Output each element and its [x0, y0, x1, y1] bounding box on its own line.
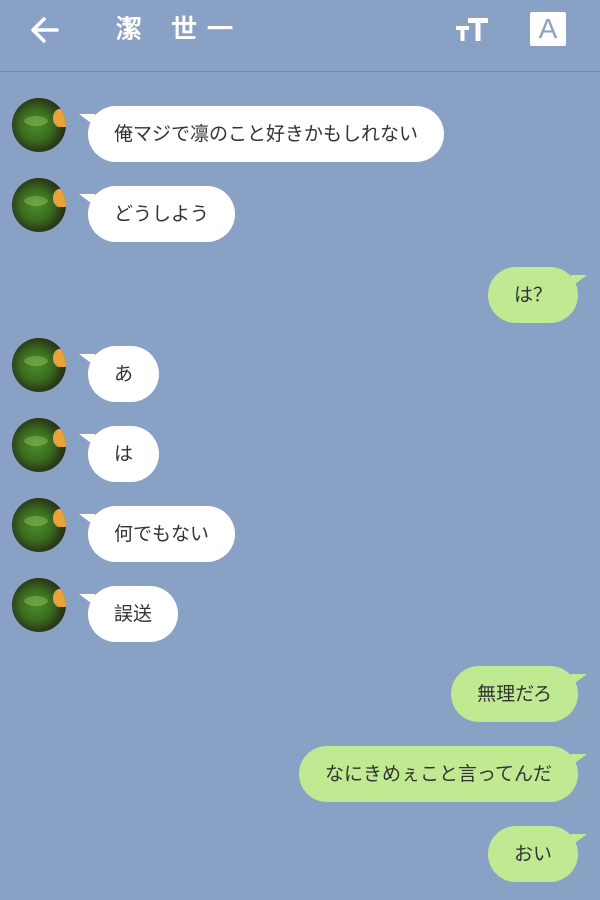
back-arrow-icon: [31, 17, 59, 43]
incoming-message-bubble[interactable]: どうしよう: [78, 186, 236, 242]
font-size-button[interactable]: [452, 12, 492, 48]
outgoing-message-bubble[interactable]: 無理だろ: [451, 666, 587, 722]
incoming-message-bubble[interactable]: あ: [78, 346, 160, 402]
chat-title: 潔 世一: [116, 15, 244, 45]
outgoing-message-bubble[interactable]: おい: [487, 826, 588, 882]
font-size-icon: [456, 18, 488, 41]
chat-header: 潔 世一 A: [0, 0, 600, 72]
contact-avatar[interactable]: [12, 498, 66, 552]
contact-avatar[interactable]: [12, 178, 66, 232]
incoming-message-bubble[interactable]: 誤送: [78, 586, 179, 642]
contact-avatar[interactable]: [12, 418, 66, 472]
back-button[interactable]: [26, 10, 66, 50]
outgoing-message-bubble[interactable]: は？: [487, 267, 588, 323]
outgoing-message-bubble[interactable]: なにきめぇこと言ってんだ: [298, 746, 588, 802]
incoming-message-bubble[interactable]: 何でもない: [78, 506, 236, 562]
contact-avatar[interactable]: [12, 338, 66, 392]
contact-avatar[interactable]: [12, 98, 66, 152]
contact-avatar[interactable]: [12, 578, 66, 632]
translate-button[interactable]: A: [530, 12, 566, 46]
incoming-message-bubble[interactable]: は: [78, 426, 160, 482]
incoming-message-bubble[interactable]: 俺マジで凛のこと好きかもしれない: [78, 106, 445, 162]
